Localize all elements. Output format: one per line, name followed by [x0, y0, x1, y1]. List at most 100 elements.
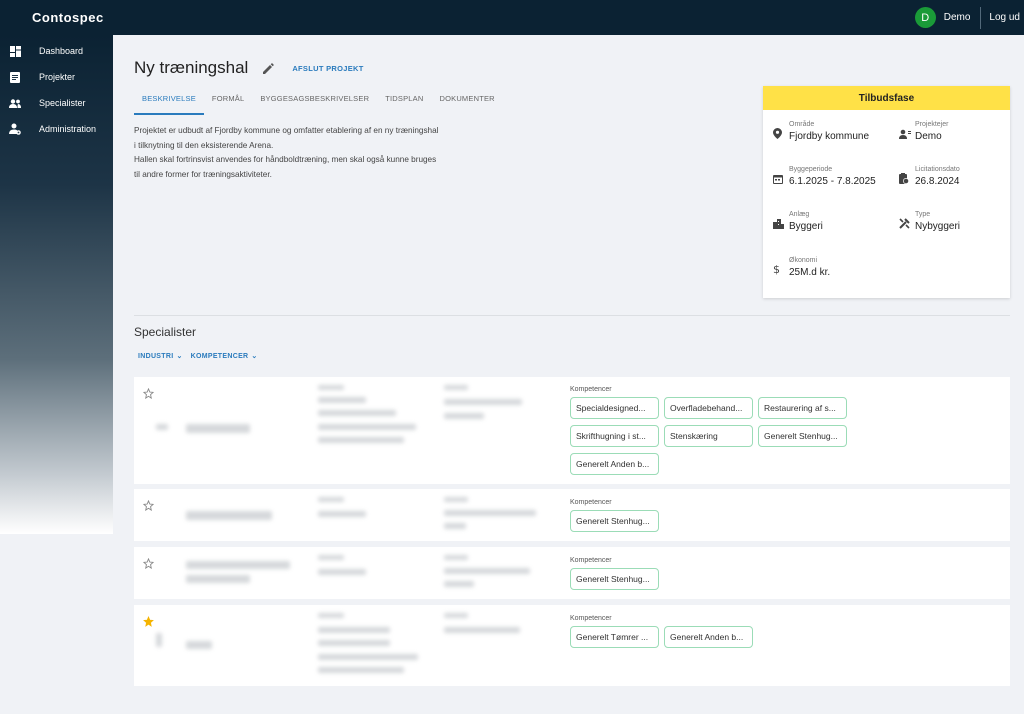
competence-chip[interactable]: Generelt Anden b...: [570, 453, 659, 475]
phase-badge: Tilbudsfase: [763, 86, 1010, 110]
blurred-detail: [318, 410, 396, 416]
tender-label: Licitationsdato: [915, 166, 960, 173]
facility-label: Anlæg: [789, 211, 810, 218]
blurred-detail: [444, 581, 474, 587]
type-value: Nybyggeri: [915, 221, 961, 232]
tab-byggesagsbeskrivelser[interactable]: BYGGESAGSBESKRIVELSER: [252, 93, 377, 115]
blurred-detail: [318, 667, 404, 673]
star-outline-icon[interactable]: [142, 386, 155, 400]
header-divider: [980, 6, 982, 29]
logout-button[interactable]: Log ud: [989, 12, 1020, 23]
blurred-detail: [318, 555, 344, 560]
blurred-company-name: [186, 424, 250, 433]
filter-kompetencer[interactable]: KOMPETENCER ⌄: [191, 352, 258, 360]
competence-chips: Generelt Stenhug...: [570, 568, 860, 596]
chevron-down-icon: ⌄: [251, 353, 258, 360]
competence-chip[interactable]: Stenskæring: [664, 425, 753, 447]
page-title: Ny træningshal: [134, 58, 249, 77]
specialist-filters: INDUSTRI ⌄ KOMPETENCER ⌄: [138, 352, 266, 360]
dashboard-icon: [9, 45, 21, 57]
competence-chip[interactable]: Generelt Stenhug...: [570, 568, 659, 590]
tab-dokumenter[interactable]: DOKUMENTER: [431, 93, 502, 115]
blurred-company-name: [186, 575, 250, 583]
app-logo[interactable]: Contospec: [32, 10, 104, 25]
type-label: Type: [915, 211, 931, 218]
specialist-card[interactable]: Kompetencer Generelt Stenhug...: [134, 547, 1010, 599]
sidebar-item-projekter[interactable]: Projekter: [0, 64, 113, 90]
sidebar-item-label: Dashboard: [39, 46, 84, 56]
star-outline-icon[interactable]: [142, 498, 155, 512]
competence-chip[interactable]: Generelt Tømrer ...: [570, 626, 659, 648]
sidebar-item-specialister[interactable]: Specialister: [0, 90, 113, 116]
info-area: Område Fjordby kommune: [773, 120, 869, 142]
dollar-icon: $: [773, 262, 783, 276]
tab-tidsplan[interactable]: TIDSPLAN: [377, 93, 431, 115]
competence-chip[interactable]: Generelt Stenhug...: [758, 425, 847, 447]
info-economy: $ Økonomi 25M.d kr.: [773, 256, 830, 278]
blurred-detail: [318, 424, 416, 430]
competence-chip[interactable]: Specialdesigned...: [570, 397, 659, 419]
description-line: Hallen skal fortrinsvist anvendes for hå…: [134, 155, 437, 164]
blurred-detail: [444, 413, 484, 419]
blurred-company-name: [186, 511, 272, 520]
filter-industri[interactable]: INDUSTRI ⌄: [138, 352, 183, 360]
competence-chip[interactable]: Generelt Stenhug...: [570, 510, 659, 532]
info-tender-date: Licitationsdato 26.8.2024: [899, 165, 960, 187]
blurred-company-name: [186, 641, 212, 649]
competence-chip[interactable]: Restaurering af s...: [758, 397, 847, 419]
blurred-detail: [444, 627, 520, 633]
tab-beskrivelse[interactable]: BESKRIVELSE: [134, 93, 204, 115]
blurred-detail: [318, 569, 366, 575]
specialist-card[interactable]: Kompetencer Generelt Tømrer ... Generelt…: [134, 605, 1010, 686]
blurred-detail: [444, 399, 522, 405]
competence-chips: Specialdesigned... Overfladebehand... Re…: [570, 397, 860, 481]
description-line: til andre former for træningsaktiviteter…: [134, 169, 272, 179]
user-name: Demo: [943, 12, 971, 23]
avatar[interactable]: D: [914, 7, 936, 28]
people-icon: [9, 97, 21, 109]
pencil-icon[interactable]: [262, 62, 275, 74]
specialist-card[interactable]: Kompetencer Specialdesigned... Overflade…: [134, 377, 1010, 484]
blurred-detail: [318, 654, 418, 660]
building-icon: [773, 216, 784, 229]
filter-label: INDUSTRI: [138, 353, 174, 360]
competence-chip[interactable]: Overfladebehand...: [664, 397, 753, 419]
info-owner: Projektejer Demo: [899, 120, 948, 142]
svg-text:$: $: [773, 263, 780, 275]
sidebar-item-label: Administration: [39, 124, 97, 134]
blurred-detail: [444, 497, 468, 502]
top-bar: Contospec D Demo Log ud: [0, 0, 1024, 35]
tools-icon: [899, 216, 910, 229]
blurred-detail: [318, 627, 390, 633]
economy-value: 25M.d kr.: [789, 267, 831, 278]
sidebar-item-label: Projekter: [39, 72, 76, 82]
specialist-card[interactable]: Kompetencer Generelt Stenhug...: [134, 489, 1010, 541]
period-label: Byggeperiode: [789, 166, 833, 173]
blurred-detail: [444, 510, 536, 516]
owner-value: Demo: [915, 131, 942, 142]
sidebar-item-administration[interactable]: Administration: [0, 116, 113, 142]
facility-value: Byggeri: [789, 221, 823, 232]
star-filled-icon[interactable]: [143, 614, 154, 627]
blurred-logo: [156, 633, 162, 647]
sidebar-item-dashboard[interactable]: Dashboard: [0, 38, 113, 64]
blurred-detail: [318, 640, 390, 646]
sidebar: Dashboard Projekter Specialister Adminis…: [0, 35, 113, 534]
tender-value: 26.8.2024: [915, 176, 960, 187]
owner-label: Projektejer: [915, 121, 949, 128]
finish-project-button[interactable]: AFSLUT PROJEKT: [292, 64, 363, 73]
competence-chip[interactable]: Generelt Anden b...: [664, 626, 753, 648]
tab-formaal[interactable]: FORMÅL: [204, 93, 252, 115]
user-area: D Demo Log ud: [914, 0, 1024, 35]
title-row: Ny træningshal AFSLUT PROJEKT: [134, 55, 1010, 81]
competence-chips: Generelt Tømrer ... Generelt Anden b...: [570, 626, 860, 654]
competence-chip[interactable]: Skrifthugning i st...: [570, 425, 659, 447]
star-outline-icon[interactable]: [142, 556, 155, 570]
competences-label: Kompetencer: [570, 557, 612, 564]
chevron-down-icon: ⌄: [176, 353, 183, 360]
info-type: Type Nybyggeri: [899, 210, 960, 232]
description-line: i tilknytning til den eksisterende Arena…: [134, 140, 274, 150]
blurred-detail: [318, 613, 344, 618]
info-facility: Anlæg Byggeri: [773, 210, 823, 232]
competences-label: Kompetencer: [570, 615, 612, 622]
